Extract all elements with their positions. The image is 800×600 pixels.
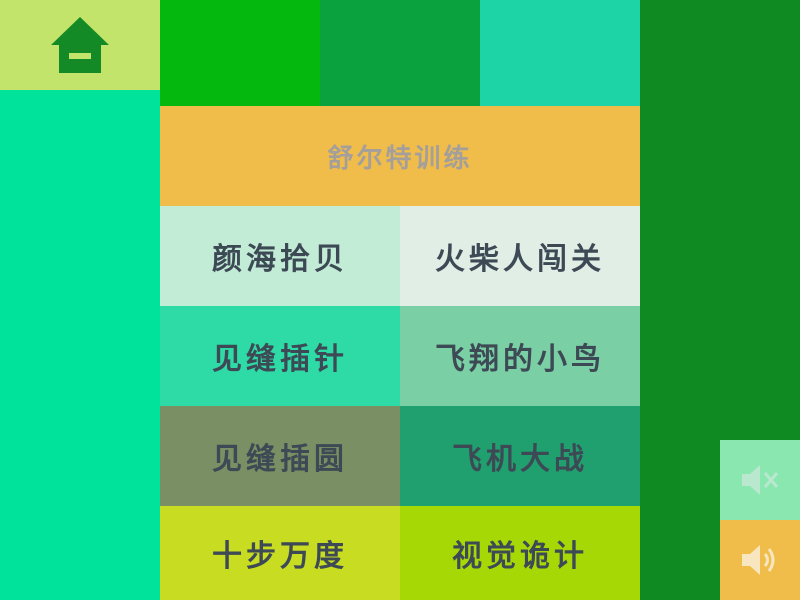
top-block-3 <box>480 0 640 106</box>
game-tile-8[interactable]: 视觉诡计 <box>400 506 640 600</box>
speaker-volume-icon <box>742 545 775 575</box>
speaker-mute-icon <box>742 465 779 495</box>
game-tile-4[interactable]: 飞翔的小鸟 <box>400 306 640 406</box>
game-tile-2[interactable]: 火柴人闯关 <box>400 206 640 306</box>
home-button[interactable] <box>0 0 160 90</box>
top-block-2 <box>320 0 480 106</box>
volume-button[interactable] <box>720 520 800 600</box>
game-tile-7[interactable]: 十步万度 <box>160 506 400 600</box>
game-tile-3[interactable]: 见缝插针 <box>160 306 400 406</box>
top-block-1 <box>160 0 320 106</box>
home-icon <box>51 17 109 73</box>
game-tile-5[interactable]: 见缝插圆 <box>160 406 400 506</box>
schulte-training-button[interactable]: 舒尔特训练 <box>160 106 640 206</box>
game-tile-6[interactable]: 飞机大战 <box>400 406 640 506</box>
mute-button[interactable] <box>720 440 800 520</box>
left-panel <box>0 90 160 600</box>
game-tile-1[interactable]: 颜海拾贝 <box>160 206 400 306</box>
